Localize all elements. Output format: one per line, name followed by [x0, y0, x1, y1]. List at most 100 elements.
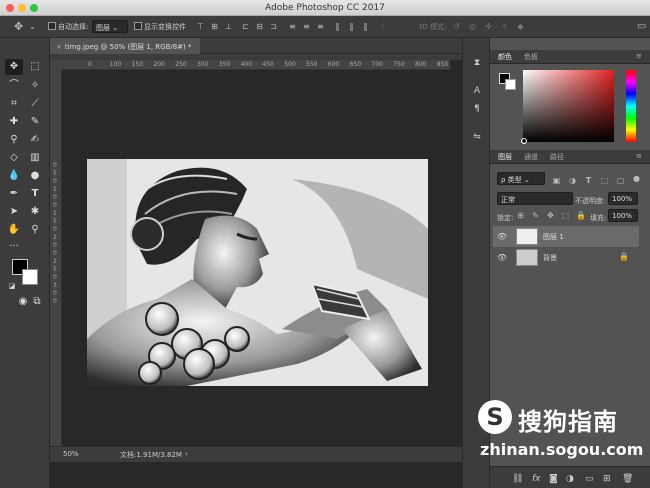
eyedropper-tool-icon[interactable]: ⟋: [26, 96, 44, 112]
layer-row[interactable]: 👁 背景 🔒: [493, 247, 639, 268]
dodge-tool-icon[interactable]: ●: [26, 168, 44, 184]
distribute-hcenter-icon[interactable]: ‖: [347, 22, 356, 31]
marquee-tool-icon[interactable]: ⬚: [26, 59, 44, 75]
opacity-field[interactable]: 100%: [608, 192, 638, 205]
layer-kind-filter[interactable]: ρ 类型 ⌄: [497, 172, 545, 185]
new-layer-icon[interactable]: ⊞: [603, 474, 611, 484]
panel-menu-icon[interactable]: ≡: [636, 152, 642, 160]
show-transform-checkbox[interactable]: [134, 22, 142, 30]
blur-tool-icon[interactable]: 💧: [5, 168, 23, 184]
lock-transparent-icon[interactable]: ⊞: [516, 211, 525, 220]
add-mask-icon[interactable]: ◙: [549, 474, 558, 484]
zoom-tool-icon[interactable]: ⚲: [26, 222, 44, 238]
align-right-icon[interactable]: ⊐: [269, 22, 278, 31]
color-picker-handle[interactable]: [521, 138, 527, 144]
workspace-icon[interactable]: ▭: [637, 22, 646, 32]
lock-position-icon[interactable]: ✥: [546, 211, 555, 220]
path-selection-tool-icon[interactable]: ➤: [5, 204, 23, 220]
3d-orbit-icon[interactable]: ↺: [452, 22, 461, 31]
layer-name[interactable]: 图层 1: [543, 232, 564, 242]
fill-field[interactable]: 100%: [608, 209, 638, 222]
screen-mode-icon[interactable]: [5, 295, 23, 311]
3d-pan-icon[interactable]: ✣: [484, 22, 493, 31]
align-hcenter-icon[interactable]: ⊟: [255, 22, 264, 31]
background-color-swatch[interactable]: [22, 269, 38, 285]
layer-style-icon[interactable]: fx: [532, 474, 541, 484]
clone-stamp-tool-icon[interactable]: ⚲: [5, 132, 23, 148]
align-left-icon[interactable]: ⊏: [241, 22, 250, 31]
tab-swatches[interactable]: 色板: [524, 52, 538, 62]
3d-scale-icon[interactable]: ◆: [516, 22, 525, 31]
filter-toggle-icon[interactable]: ●: [632, 174, 641, 183]
new-group-icon[interactable]: ▭: [585, 474, 594, 484]
crop-tool-icon[interactable]: ⌗: [5, 96, 23, 112]
document-tab[interactable]: × timg.jpeg @ 50% (图层 1, RGB/8#) *: [50, 38, 200, 54]
hand-tool-icon[interactable]: ✋: [5, 222, 23, 238]
move-tool-icon[interactable]: ✥: [5, 59, 23, 75]
panel-menu-icon[interactable]: ≡: [636, 52, 642, 60]
distribute-right-icon[interactable]: ‖: [361, 22, 370, 31]
link-layers-icon[interactable]: ⛓: [512, 474, 523, 484]
tab-paths[interactable]: 路径: [550, 152, 564, 162]
distribute-top-icon[interactable]: ≡: [288, 22, 297, 31]
auto-select-target-dropdown[interactable]: 图层 ⌄: [92, 20, 128, 33]
lock-artboard-icon[interactable]: ⬚: [561, 211, 570, 220]
adjustments-panel-icon[interactable]: ⇋: [471, 131, 483, 143]
3d-slide-icon[interactable]: ✧: [500, 22, 509, 31]
healing-brush-tool-icon[interactable]: ✚: [5, 114, 23, 130]
edit-toolbar-icon[interactable]: ···: [5, 239, 23, 255]
filter-shape-icon[interactable]: ⬚: [600, 176, 609, 185]
delete-layer-icon[interactable]: 🗑: [622, 474, 633, 484]
character-panel-icon[interactable]: A: [471, 85, 483, 97]
gradient-tool-icon[interactable]: ▥: [26, 150, 44, 166]
layer-row[interactable]: 👁 图层 1: [493, 226, 639, 247]
ruler-origin[interactable]: [50, 60, 62, 70]
color-spectrum-field[interactable]: [523, 70, 614, 142]
eraser-tool-icon[interactable]: ◇: [5, 150, 23, 166]
align-top-icon[interactable]: ⊤: [196, 22, 205, 31]
ruler-tick-label: 650: [349, 61, 362, 68]
visibility-eye-icon[interactable]: 👁: [497, 253, 507, 262]
status-menu-arrow-icon[interactable]: ›: [185, 450, 188, 458]
pen-tool-icon[interactable]: ✒: [5, 186, 23, 202]
tab-color[interactable]: 颜色: [498, 52, 512, 62]
new-adjustment-layer-icon[interactable]: ◑: [566, 474, 574, 484]
filter-pixel-icon[interactable]: ▣: [552, 176, 561, 185]
visibility-eye-icon[interactable]: 👁: [497, 232, 507, 241]
type-tool-icon[interactable]: T: [26, 186, 44, 202]
filter-adjustment-icon[interactable]: ◑: [568, 176, 577, 185]
paragraph-panel-icon[interactable]: ¶: [471, 103, 483, 115]
lasso-tool-icon[interactable]: ⌒: [5, 78, 23, 94]
custom-shape-tool-icon[interactable]: ✱: [26, 204, 44, 220]
distribute-bottom-icon[interactable]: ≡: [316, 22, 325, 31]
move-tool-preset-icon[interactable]: ✥: [14, 21, 23, 32]
lock-all-icon[interactable]: 🔒: [576, 211, 586, 220]
auto-select-checkbox[interactable]: [48, 22, 56, 30]
hue-slider[interactable]: [626, 70, 636, 142]
align-bottom-icon[interactable]: ⊥: [224, 22, 233, 31]
chevron-down-icon[interactable]: ⌄: [28, 22, 37, 31]
align-vcenter-icon[interactable]: ⊞: [210, 22, 219, 31]
screen-mode-icon[interactable]: ⧉: [28, 294, 46, 310]
color-panel-background-swatch[interactable]: [505, 79, 516, 90]
document-image[interactable]: [87, 159, 428, 386]
distribute-vcenter-icon[interactable]: ≡: [302, 22, 311, 31]
magic-wand-tool-icon[interactable]: ✧: [26, 78, 44, 94]
lock-image-icon[interactable]: ✎: [531, 211, 540, 220]
tab-channels[interactable]: 通道: [524, 152, 538, 162]
filter-type-icon[interactable]: T: [584, 176, 593, 185]
history-panel-icon[interactable]: ⧗: [471, 57, 483, 69]
history-brush-tool-icon[interactable]: ✍: [26, 132, 44, 148]
document-tab-close-icon[interactable]: ×: [56, 43, 62, 51]
filter-smart-object-icon[interactable]: ▢: [616, 176, 625, 185]
default-colors-icon[interactable]: ◪: [3, 278, 21, 294]
tab-layers[interactable]: 图层: [498, 152, 512, 162]
3d-roll-icon[interactable]: ◎: [468, 22, 477, 31]
layer-name[interactable]: 背景: [543, 253, 557, 263]
distribute-left-icon[interactable]: ‖: [333, 22, 342, 31]
zoom-level[interactable]: 50%: [63, 450, 79, 458]
blend-mode-dropdown[interactable]: 正常: [497, 192, 573, 205]
auto-align-icon[interactable]: ⫶: [378, 22, 387, 31]
brush-tool-icon[interactable]: ✎: [26, 114, 44, 130]
document-size-info[interactable]: 文档:1.91M/3.82M: [120, 450, 182, 460]
